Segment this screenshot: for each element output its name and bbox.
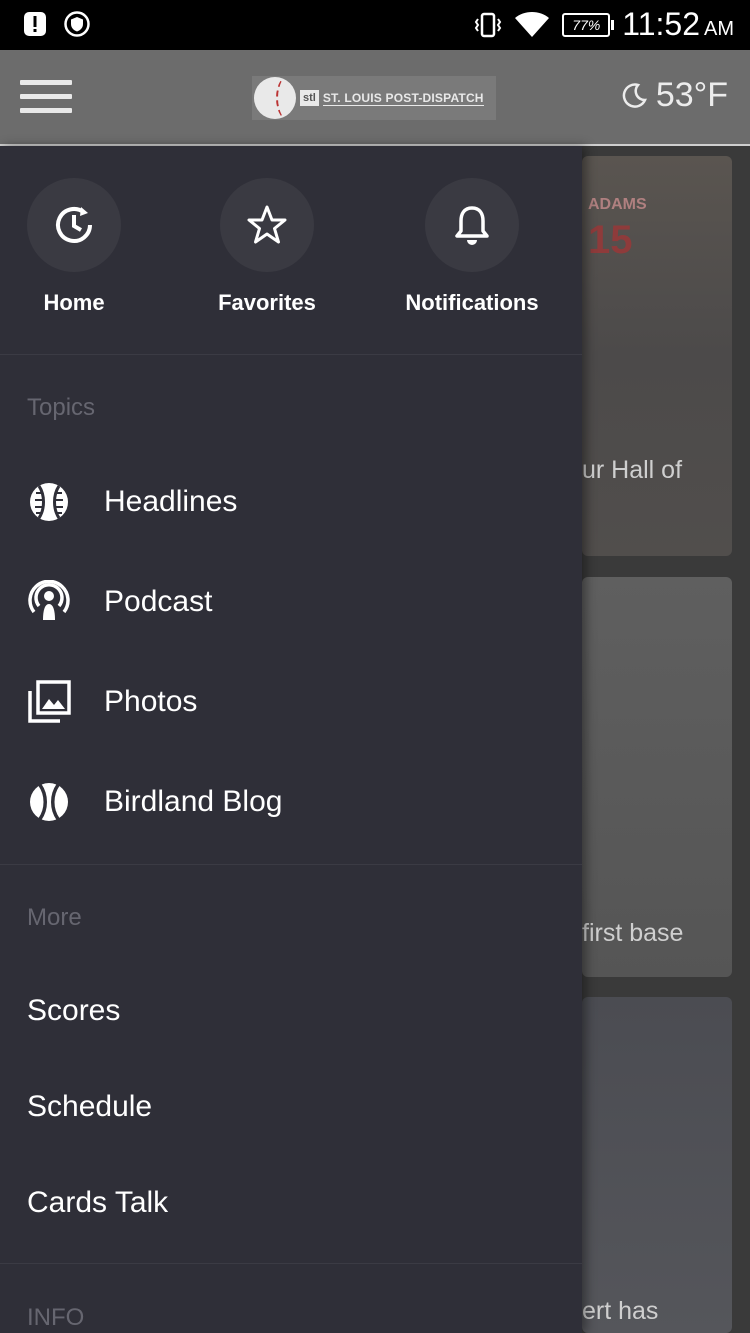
story-card-title: ur Hall of xyxy=(582,456,683,484)
home-button[interactable]: Home xyxy=(27,178,121,316)
app-logo[interactable]: stl ST. LOUIS POST-DISPATCH xyxy=(252,76,496,120)
story-card-title: first base xyxy=(582,919,684,947)
topic-item-podcast[interactable]: Podcast xyxy=(0,552,582,652)
weather-widget[interactable]: 53°F xyxy=(620,76,728,115)
podcast-icon xyxy=(27,580,71,624)
section-divider xyxy=(0,864,582,865)
topic-item-headlines[interactable]: Headlines xyxy=(0,452,582,552)
jersey-name: ADAMS xyxy=(588,196,647,213)
baseball-logo-icon xyxy=(254,77,296,119)
status-clock: 11:52 AM xyxy=(622,6,734,43)
topic-item-birdland-blog[interactable]: Birdland Blog xyxy=(0,752,582,852)
vpn-shield-icon xyxy=(64,11,90,37)
topic-label: Birdland Blog xyxy=(104,785,283,818)
baseball-icon xyxy=(27,780,71,824)
photos-icon xyxy=(27,680,71,724)
clock-ampm: AM xyxy=(704,18,734,40)
topics-section-label: Topics xyxy=(27,394,96,421)
quick-actions: Home Favorites Notifications xyxy=(0,146,582,355)
more-section-label: More xyxy=(27,904,82,931)
player-jersey: ADAMS 15 xyxy=(588,196,647,263)
logo-badge: stl xyxy=(300,90,319,106)
notifications-label: Notifications xyxy=(405,290,539,315)
notifications-button[interactable]: Notifications xyxy=(392,178,552,316)
favorites-button[interactable]: Favorites xyxy=(200,178,334,316)
vibrate-icon xyxy=(475,12,502,37)
topic-item-photos[interactable]: Photos xyxy=(0,652,582,752)
favorites-label: Favorites xyxy=(218,290,316,315)
alert-icon xyxy=(24,12,46,36)
temperature: 53°F xyxy=(655,76,728,114)
hamburger-icon[interactable] xyxy=(20,80,72,116)
story-card[interactable]: ert has xyxy=(582,997,732,1333)
topic-label: Podcast xyxy=(104,585,213,618)
status-bar: 77% 11:52 AM xyxy=(0,0,750,50)
story-card-title: ert has xyxy=(582,1297,659,1325)
wifi-icon xyxy=(515,11,550,37)
battery-level: 77% xyxy=(562,12,615,37)
home-clock-icon xyxy=(27,178,121,272)
jersey-number: 15 xyxy=(588,218,633,262)
more-item-scores[interactable]: Scores xyxy=(27,994,120,1028)
home-label: Home xyxy=(43,290,105,315)
more-item-cards-talk[interactable]: Cards Talk xyxy=(27,1186,168,1220)
clock-time: 11:52 xyxy=(622,6,700,42)
section-divider xyxy=(0,1263,582,1264)
story-card[interactable]: first base xyxy=(582,577,732,977)
topic-label: Headlines xyxy=(104,485,238,518)
bell-icon xyxy=(425,178,519,272)
baseball-icon xyxy=(27,480,71,524)
story-card[interactable]: ADAMS 15 ur Hall of xyxy=(582,156,732,556)
app-bar: stl ST. LOUIS POST-DISPATCH 53°F xyxy=(0,50,750,146)
navigation-drawer: Home Favorites Notifications Topics Head… xyxy=(0,146,582,1333)
star-icon xyxy=(220,178,314,272)
info-section-label: INFO xyxy=(27,1304,85,1331)
moon-icon xyxy=(622,82,647,108)
logo-text: ST. LOUIS POST-DISPATCH xyxy=(322,90,484,106)
topic-label: Photos xyxy=(104,685,198,718)
more-item-schedule[interactable]: Schedule xyxy=(27,1090,152,1124)
